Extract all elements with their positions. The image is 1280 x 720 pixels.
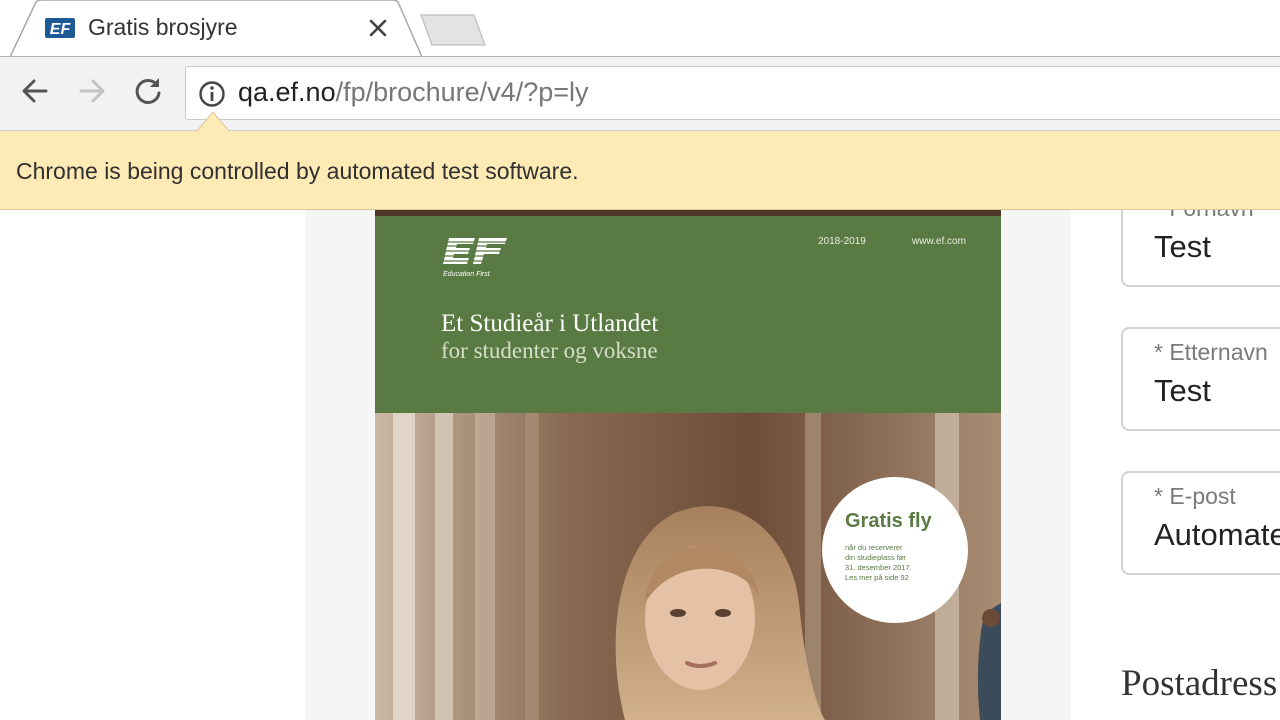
first-name-value[interactable]: Test xyxy=(1154,229,1211,265)
badge-line: 31. desember 2017. xyxy=(845,563,912,572)
brochure-website: www.ef.com xyxy=(912,236,966,247)
email-field[interactable]: * E-post Automate xyxy=(1121,471,1280,575)
badge-text: når du reserverer din studieplass før 31… xyxy=(845,543,955,583)
reload-icon[interactable] xyxy=(130,73,166,109)
url-host: qa.ef.no xyxy=(238,77,336,107)
badge-line: når du reserverer xyxy=(845,543,903,552)
infobar-pointer xyxy=(196,111,230,132)
last-name-value[interactable]: Test xyxy=(1154,373,1211,409)
brochure-years: 2018-2019 xyxy=(818,236,866,247)
page-content: Education First 2018-2019 www.ef.com Et … xyxy=(0,210,1280,720)
brochure-header: Education First 2018-2019 www.ef.com Et … xyxy=(375,216,1001,413)
last-name-field[interactable]: * Etternavn Test xyxy=(1121,327,1280,431)
gratis-fly-badge: Gratis fly når du reserverer din studiep… xyxy=(822,477,968,623)
browser-tab[interactable]: EF Gratis brosjyre xyxy=(10,0,422,58)
badge-line: Les mer på side 92 xyxy=(845,573,909,582)
infobar-message: Chrome is being controlled by automated … xyxy=(16,158,579,184)
ef-brand-logo: Education First xyxy=(441,238,511,278)
automation-infobar: Chrome is being controlled by automated … xyxy=(0,131,1280,210)
tab-strip: EF Gratis brosjyre xyxy=(0,0,1280,58)
brochure-cover: Education First 2018-2019 www.ef.com Et … xyxy=(375,210,1001,720)
browser-toolbar: qa.ef.no/fp/brochure/v4/?p=ly xyxy=(0,57,1280,131)
back-arrow-icon[interactable] xyxy=(17,73,53,109)
logo-caption: Education First xyxy=(443,271,491,278)
email-value[interactable]: Automate xyxy=(1154,517,1280,553)
brochure-title: Et Studieår i Utlandet xyxy=(441,310,659,337)
close-icon[interactable] xyxy=(366,16,390,40)
url-path: /fp/brochure/v4/?p=ly xyxy=(335,77,589,107)
new-tab-icon[interactable] xyxy=(418,12,488,48)
first-name-label: * Fornavn xyxy=(1154,210,1254,222)
address-url: qa.ef.no/fp/brochure/v4/?p=ly xyxy=(238,77,589,108)
last-name-label: * Etternavn xyxy=(1154,339,1268,365)
address-bar[interactable]: qa.ef.no/fp/brochure/v4/?p=ly xyxy=(185,66,1280,120)
email-label: * E-post xyxy=(1154,483,1236,509)
badge-line: din studieplass før xyxy=(845,553,906,562)
postal-address-heading: Postadress xyxy=(1121,663,1278,704)
badge-title: Gratis fly xyxy=(845,510,932,532)
brochure-subtitle: for studenter og voksne xyxy=(441,338,658,363)
svg-text:EF: EF xyxy=(50,21,72,38)
first-name-field[interactable]: * Fornavn Test xyxy=(1121,210,1280,287)
forward-arrow-icon[interactable] xyxy=(74,73,110,109)
info-icon[interactable] xyxy=(198,80,226,108)
tab-title: Gratis brosjyre xyxy=(88,14,238,40)
ef-logo-icon: EF xyxy=(45,18,75,38)
